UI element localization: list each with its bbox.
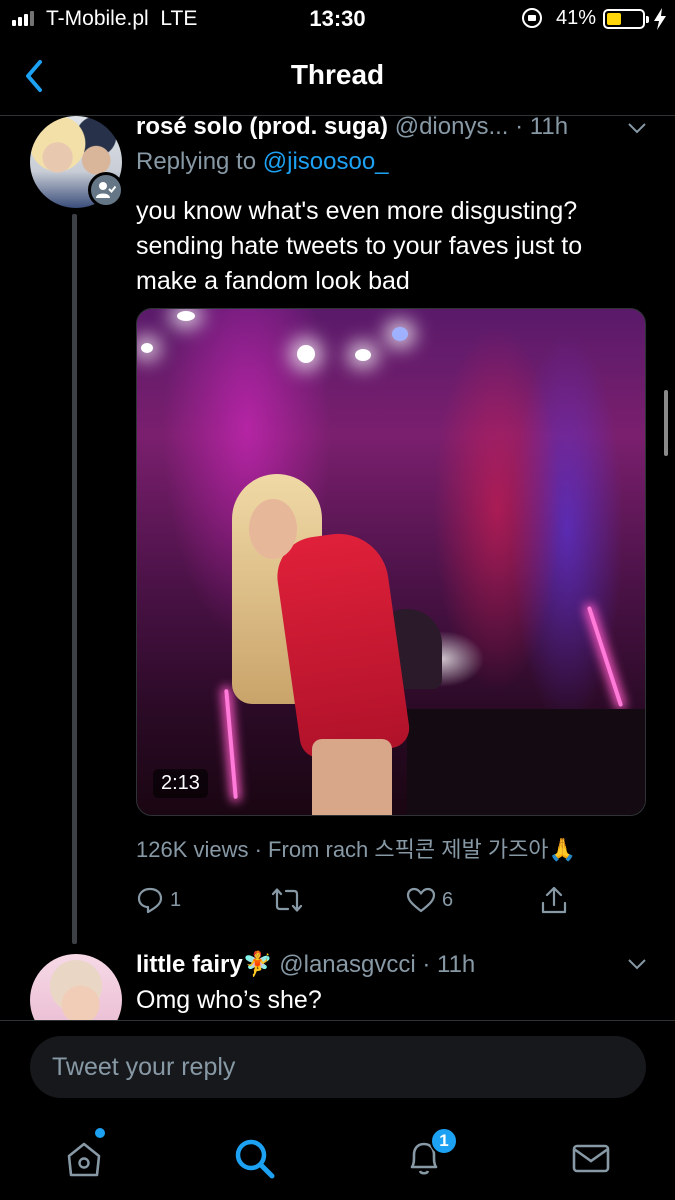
like-count: 6 bbox=[442, 888, 454, 911]
messages-icon[interactable] bbox=[567, 1134, 615, 1182]
retweet-icon bbox=[271, 888, 303, 912]
retweet-button[interactable] bbox=[271, 880, 309, 920]
reply-button[interactable]: 1 bbox=[136, 880, 181, 920]
battery-percent: 41% bbox=[556, 7, 597, 29]
like-icon bbox=[406, 887, 436, 913]
chevron-down-icon[interactable] bbox=[628, 958, 646, 970]
chevron-down-icon[interactable] bbox=[628, 122, 646, 134]
tweet-header: rosé solo (prod. suga) @dionys... · 11h bbox=[136, 113, 568, 141]
video-views: 126K views · From rach 스픽콘 제발 가즈아🙏 bbox=[136, 837, 576, 862]
notification-badge: 1 bbox=[430, 1127, 458, 1155]
thread-connector-line bbox=[72, 214, 77, 944]
orientation-lock-icon bbox=[522, 8, 542, 28]
share-icon bbox=[541, 886, 567, 914]
tweet-time: · 11h bbox=[422, 951, 476, 978]
thread-header: Thread bbox=[0, 40, 675, 116]
battery-icon bbox=[603, 9, 649, 29]
tweet-text: you know what's even more disgusting? se… bbox=[136, 194, 656, 299]
home-icon[interactable] bbox=[60, 1134, 108, 1182]
status-bar: T-Mobile.pl LTE 13:30 41% bbox=[0, 0, 675, 40]
tweet-actions: 1 6 bbox=[136, 880, 576, 920]
tweet-text-line: you know what's even more disgusting? bbox=[136, 197, 578, 225]
replying-to-link[interactable]: @jisoosoo_ bbox=[263, 148, 389, 175]
tweet-text-line: sending hate tweets to your faves just t… bbox=[136, 232, 583, 260]
replying-to: Replying to @jisoosoo_ bbox=[136, 148, 389, 175]
video-duration: 2:13 bbox=[153, 769, 208, 798]
tweet-text: Omg who’s she? bbox=[136, 986, 322, 1014]
tweet-time: · 11h bbox=[515, 113, 569, 140]
reply-placeholder: Tweet your reply bbox=[52, 1052, 236, 1081]
user-handle[interactable]: @lanasgvcci bbox=[279, 951, 415, 978]
search-icon[interactable] bbox=[230, 1134, 278, 1182]
like-button[interactable]: 6 bbox=[406, 880, 453, 920]
follow-user-icon[interactable] bbox=[88, 172, 124, 208]
scrollbar[interactable] bbox=[664, 390, 668, 456]
video-player[interactable]: 2:13 bbox=[136, 308, 646, 816]
user-handle[interactable]: @dionys... bbox=[395, 113, 509, 140]
reply-icon bbox=[137, 887, 163, 914]
page-title: Thread bbox=[290, 59, 385, 90]
new-content-dot bbox=[95, 1128, 105, 1138]
reply-composer[interactable]: Tweet your reply bbox=[30, 1036, 646, 1098]
share-button[interactable] bbox=[539, 880, 569, 920]
charging-bolt-icon bbox=[654, 8, 666, 30]
reply-count: 1 bbox=[170, 888, 182, 911]
tweet-text-line: make a fandom look bad bbox=[136, 267, 410, 295]
tweet-header: little fairy🧚 @lanasgvcci · 11h bbox=[136, 950, 475, 979]
display-name[interactable]: little fairy🧚 bbox=[136, 951, 273, 978]
display-name[interactable]: rosé solo (prod. suga) bbox=[136, 113, 388, 140]
